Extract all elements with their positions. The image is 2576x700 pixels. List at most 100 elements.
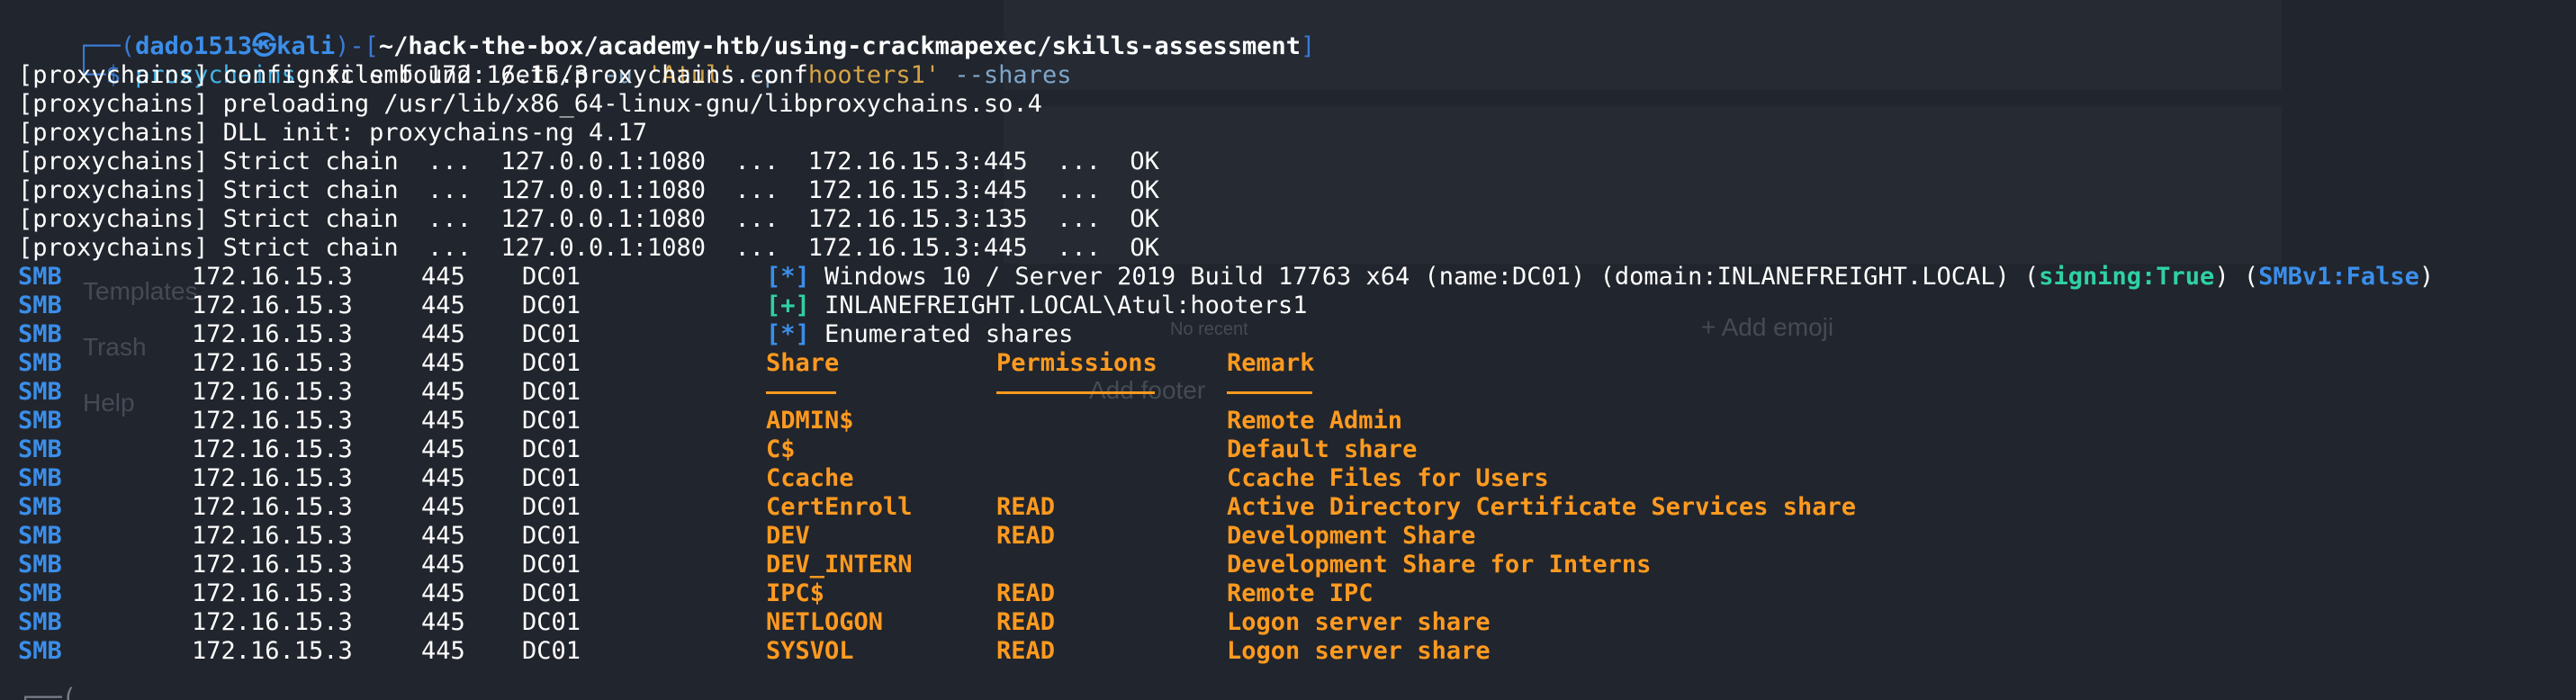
target-host: DC01: [522, 292, 581, 319]
target-port: 445: [421, 349, 465, 377]
background-window-panel-lower: [1004, 106, 2282, 264]
command-line[interactable]: └─$ proxychains nxc smb 172.16.15.3 -u '…: [18, 32, 1071, 89]
share-permissions: READ: [996, 608, 1056, 636]
target-host: DC01: [522, 263, 581, 291]
target-ip: 172.16.15.3: [192, 349, 353, 377]
smb-protocol: SMB: [18, 579, 62, 607]
next-prompt-fragment: ┌──(: [18, 684, 77, 700]
smb-protocol: SMB: [18, 551, 62, 579]
target-ip: 172.16.15.3: [192, 320, 353, 348]
share-remark: Remote Admin: [1227, 407, 1403, 435]
proxychains-line: [proxychains] Strict chain ... 127.0.0.1…: [18, 205, 1159, 233]
target-host: DC01: [522, 637, 581, 665]
smb-protocol: SMB: [18, 435, 62, 463]
column-underline-remark: [1227, 378, 1312, 407]
target-ip: 172.16.15.3: [192, 407, 353, 435]
smb-output-row: SMB 172.16.15.3 445 DC01: [0, 378, 2576, 407]
smb-protocol: SMB: [18, 608, 62, 636]
proxychains-line: [proxychains] preloading /usr/lib/x86_64…: [18, 90, 1042, 118]
command-flag-shares: --shares: [954, 61, 1072, 89]
share-name: SYSVOL: [766, 637, 854, 665]
target-port: 445: [421, 551, 465, 579]
target-port: 445: [421, 637, 465, 665]
share-name: ADMIN$: [766, 407, 854, 435]
share-permissions: READ: [996, 579, 1056, 607]
share-remark: Active Directory Certificate Services sh…: [1227, 493, 1856, 521]
share-name: DEV_INTERN: [766, 551, 913, 579]
share-remark: Default share: [1227, 435, 1418, 463]
share-name: CertEnroll: [766, 493, 913, 521]
target-port: 445: [421, 263, 465, 291]
target-host: DC01: [522, 435, 581, 463]
target-ip: 172.16.15.3: [192, 378, 353, 406]
target-port: 445: [421, 579, 465, 607]
share-remark: Development Share for Interns: [1227, 551, 1652, 579]
share-name: IPC$: [766, 579, 825, 607]
target-ip: 172.16.15.3: [192, 579, 353, 607]
share-row: SMB 172.16.15.3 445 DC01 ADMIN$ Remote Admin: [0, 407, 2576, 435]
share-name: C$: [766, 435, 796, 463]
target-ip: 172.16.15.3: [192, 435, 353, 463]
smb-protocol: SMB: [18, 349, 62, 377]
share-remark: Logon server share: [1227, 637, 1491, 665]
target-ip: 172.16.15.3: [192, 493, 353, 521]
share-name: NETLOGON: [766, 608, 884, 636]
smb-protocol: SMB: [18, 407, 62, 435]
target-host: DC01: [522, 579, 581, 607]
proxychains-line: [proxychains] Strict chain ... 127.0.0.1…: [18, 234, 1159, 262]
smb-protocol: SMB: [18, 522, 62, 550]
target-host: DC01: [522, 464, 581, 492]
target-ip: 172.16.15.3: [192, 464, 353, 492]
share-row: SMB 172.16.15.3 445 DC01 NETLOGON READ Logon s…: [0, 608, 2576, 637]
proxychains-line: [proxychains] Strict chain ... 127.0.0.1…: [18, 148, 1159, 175]
share-remark: Remote IPC: [1227, 579, 1374, 607]
target-host: DC01: [522, 493, 581, 521]
smb-output-row: SMB 172.16.15.3 445 DC01 [*] Enumerated shar…: [0, 320, 2576, 349]
smb-protocol: SMB: [18, 464, 62, 492]
smb-protocol: SMB: [18, 320, 62, 348]
target-ip: 172.16.15.3: [192, 263, 353, 291]
smb-protocol: SMB: [18, 637, 62, 665]
auth-success-message: [+] INLANEFREIGHT.LOCAL\Atul:hooters1: [766, 292, 1308, 319]
enumerated-shares-message: [*] Enumerated shares: [766, 320, 1074, 348]
smb-output-row: SMB 172.16.15.3 445 DC01 Share Permissions Rem…: [0, 349, 2576, 378]
target-host: DC01: [522, 407, 581, 435]
share-remark: Logon server share: [1227, 608, 1491, 636]
share-name: Ccache: [766, 464, 854, 492]
share-row: SMB 172.16.15.3 445 DC01 SYSVOL READ Logon ser…: [0, 637, 2576, 666]
target-port: 445: [421, 378, 465, 406]
share-permissions: READ: [996, 493, 1056, 521]
share-permissions: READ: [996, 637, 1056, 665]
column-underline-share: [766, 378, 836, 407]
share-row: SMB 172.16.15.3 445 DC01 DEV READ Development …: [0, 522, 2576, 551]
target-host: DC01: [522, 608, 581, 636]
column-underline-permissions: [996, 378, 1155, 407]
terminal-window[interactable]: Templates Trash Help + Add emoji No rece…: [0, 0, 2576, 700]
target-ip: 172.16.15.3: [192, 637, 353, 665]
column-header-remark: Remark: [1227, 349, 1315, 377]
share-row: SMB 172.16.15.3 445 DC01 Ccache Ccache Files …: [0, 464, 2576, 493]
smb-output-row: SMB 172.16.15.3 445 DC01 [+] INLANEFREIGHT.L…: [0, 292, 2576, 320]
target-port: 445: [421, 320, 465, 348]
share-permissions: READ: [996, 522, 1056, 550]
share-row: SMB 172.16.15.3 445 DC01 DEV_INTERN Developme…: [0, 551, 2576, 579]
column-header-share: Share: [766, 349, 840, 377]
host-info-message: [*] Windows 10 / Server 2019 Build 17763…: [766, 263, 2435, 291]
proxychains-line: [proxychains] DLL init: proxychains-ng 4…: [18, 119, 647, 147]
target-port: 445: [421, 522, 465, 550]
share-row: SMB 172.16.15.3 445 DC01 C$ Default share: [0, 435, 2576, 464]
target-host: DC01: [522, 349, 581, 377]
target-port: 445: [421, 407, 465, 435]
share-remark: Ccache Files for Users: [1227, 464, 1549, 492]
smb-protocol: SMB: [18, 292, 62, 319]
target-host: DC01: [522, 378, 581, 406]
target-ip: 172.16.15.3: [192, 608, 353, 636]
share-row: SMB 172.16.15.3 445 DC01 IPC$ READ Remote IPC: [0, 579, 2576, 608]
smb-protocol: SMB: [18, 378, 62, 406]
target-port: 445: [421, 493, 465, 521]
target-port: 445: [421, 435, 465, 463]
prompt-header-line: ┌──(dado1513㉿kali)-[~/hack-the-box/acade…: [18, 4, 1315, 60]
target-port: 445: [421, 608, 465, 636]
target-port: 445: [421, 464, 465, 492]
target-ip: 172.16.15.3: [192, 551, 353, 579]
